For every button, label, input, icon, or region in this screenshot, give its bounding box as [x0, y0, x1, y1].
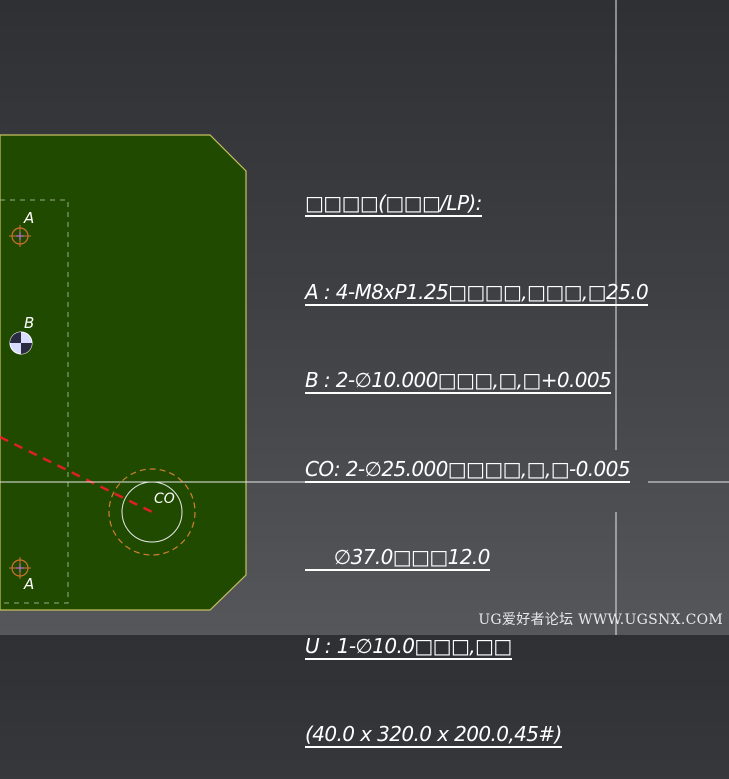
hole-b-label: B — [24, 314, 35, 332]
annotation-note[interactable]: □□□□(□□□/LP): A : 4-M8xP1.25□□□□,□□□,□25… — [305, 130, 649, 779]
note-line-co: CO: 2-∅25.000□□□□,□,□-0.005 — [305, 456, 630, 483]
note-line-b: B : 2-∅10.000□□□,□,□+0.005 — [305, 368, 612, 394]
note-line-size: (40.0 x 320.0 x 200.0,45#) — [305, 722, 562, 748]
plate-outline[interactable] — [0, 134, 247, 611]
hole-a-bottom-label: A — [24, 575, 35, 593]
note-line-title: □□□□(□□□/LP): — [305, 191, 482, 217]
note-line-co-counterbore: ∅37.0□□□12.0 — [305, 545, 490, 571]
hole-co-label: CO — [154, 491, 175, 507]
hole-b-marker[interactable] — [9, 331, 33, 355]
watermark-text: UG爱好者论坛 WWW.UGSNX.COM — [478, 612, 723, 628]
note-line-a: A : 4-M8xP1.25□□□□,□□□,□25.0 — [305, 279, 649, 306]
note-line-u: U : 1-∅10.0□□□,□□ — [305, 633, 512, 660]
hole-a-top-label: A — [24, 209, 35, 227]
